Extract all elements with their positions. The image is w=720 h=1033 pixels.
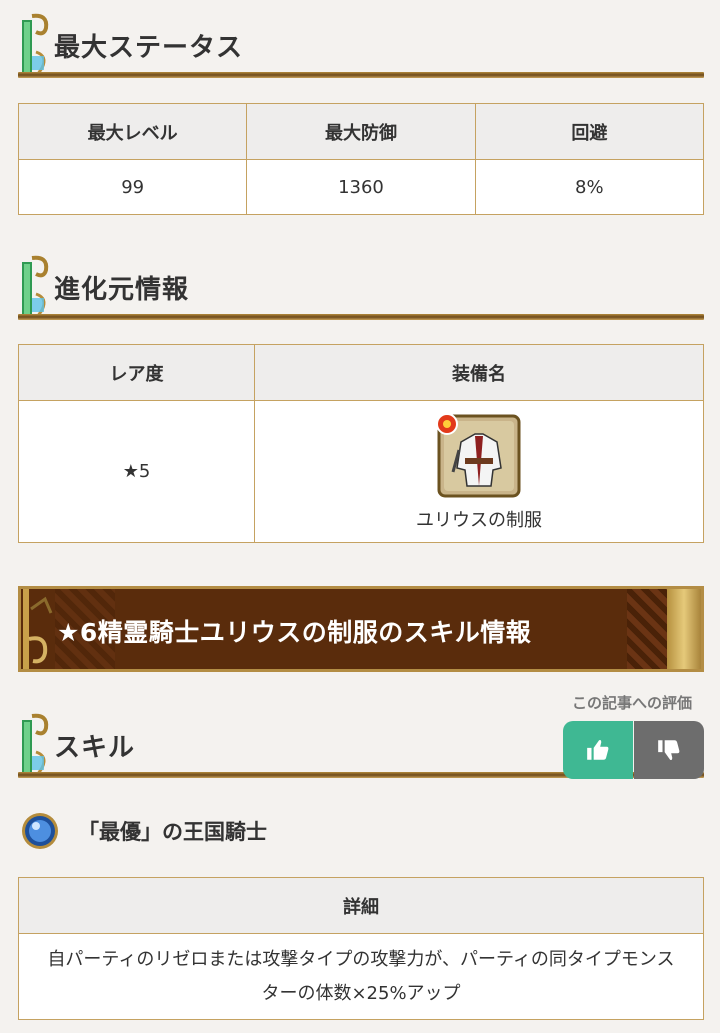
- table-header: 装備名: [254, 344, 704, 401]
- rarity-cell: ★5: [18, 400, 255, 543]
- heading-rule: [18, 314, 704, 320]
- uniform-icon[interactable]: [435, 412, 523, 500]
- blue-orb-icon: [22, 813, 58, 849]
- skill-info-banner: ★6精霊騎士ユリウスの制服のスキル情報: [18, 586, 704, 672]
- table-header: 回避: [474, 103, 705, 160]
- evolution-table: レア度 装備名 ★5 ユリウスの制服: [18, 344, 704, 543]
- thumbs-down-icon: [658, 740, 680, 761]
- bad-rating-button[interactable]: [634, 721, 704, 779]
- table-cell: 99: [17, 159, 248, 215]
- table-cell: 1360: [246, 159, 476, 215]
- section-title: 進化元情報: [54, 275, 190, 305]
- thumbs-up-icon: [587, 739, 609, 760]
- ornament-icon: [23, 589, 53, 669]
- good-rating-button[interactable]: [563, 721, 633, 779]
- banner-title: ★6精霊騎士ユリウスの制服のスキル情報: [57, 618, 532, 647]
- ornament-icon: [22, 13, 49, 78]
- skill-detail-table: 詳細 自パーティのリゼロまたは攻撃タイプの攻撃力が、パーティの同タイプモンスター…: [18, 877, 704, 1020]
- ornament-icon: [22, 255, 49, 320]
- table-header: 最大防御: [246, 103, 476, 160]
- heading-rule: [18, 72, 704, 78]
- section-heading-evolution: 進化元情報: [18, 248, 704, 320]
- table-header: レア度: [18, 344, 255, 401]
- section-title: スキル: [54, 733, 136, 763]
- skill-name: 「最優」の王国騎士: [78, 820, 267, 844]
- equipment-cell[interactable]: ユリウスの制服: [254, 400, 704, 543]
- rating-label: この記事への評価: [572, 694, 693, 712]
- max-status-table: 最大レベル 最大防御 回避 99 1360 8%: [17, 103, 705, 215]
- table-header: 最大レベル: [17, 103, 248, 160]
- skill-row: 「最優」の王国騎士: [18, 810, 267, 852]
- table-header: 詳細: [18, 877, 704, 934]
- section-heading-max-status: 最大ステータス: [18, 6, 704, 78]
- gold-pillar: [667, 589, 701, 669]
- equipment-name[interactable]: ユリウスの制服: [416, 506, 542, 532]
- ornament-icon: [22, 713, 49, 778]
- table-cell: 8%: [474, 159, 705, 215]
- section-title: 最大ステータス: [54, 33, 244, 63]
- skill-detail-cell: 自パーティのリゼロまたは攻撃タイプの攻撃力が、パーティの同タイプモンスターの体数…: [18, 933, 704, 1020]
